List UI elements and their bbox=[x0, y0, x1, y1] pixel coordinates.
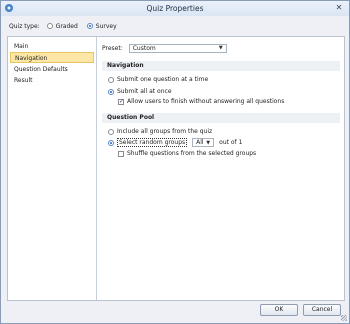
quiz-type-survey-radio[interactable] bbox=[86, 23, 93, 29]
preset-value: Custom bbox=[132, 44, 156, 52]
select-random-label[interactable]: Select random groups bbox=[117, 138, 188, 147]
close-icon[interactable]: ✕ bbox=[334, 3, 344, 13]
shuffle-checkbox[interactable] bbox=[118, 150, 124, 157]
chevron-down-icon: ▼ bbox=[206, 139, 211, 146]
quiz-type-row: Quiz type: Graded Survey bbox=[9, 21, 123, 31]
chevron-down-icon: ▼ bbox=[218, 45, 223, 51]
shuffle-option[interactable]: Shuffle questions from the selected grou… bbox=[118, 149, 256, 158]
include-all-label[interactable]: Include all groups from the quiz bbox=[117, 128, 212, 135]
quiz-properties-window: Quiz Properties ✕ Quiz type: Graded Surv… bbox=[0, 0, 350, 324]
question-pool-heading: Question Pool bbox=[102, 113, 340, 123]
cancel-button[interactable]: Cancel bbox=[303, 304, 341, 316]
group-count-dropdown[interactable]: All ▼ bbox=[192, 138, 215, 147]
shuffle-label[interactable]: Shuffle questions from the selected grou… bbox=[127, 150, 256, 157]
include-all-radio[interactable] bbox=[108, 128, 114, 135]
include-all-option[interactable]: Include all groups from the quiz bbox=[108, 127, 212, 136]
sidebar-item-main[interactable]: Main bbox=[10, 41, 94, 52]
quiz-type-graded-label[interactable]: Graded bbox=[56, 23, 78, 30]
ok-button[interactable]: OK bbox=[260, 304, 298, 316]
allow-finish-checkbox[interactable] bbox=[118, 98, 124, 105]
quiz-type-label: Quiz type: bbox=[9, 22, 40, 30]
select-random-radio[interactable] bbox=[108, 139, 114, 146]
quiz-type-survey-label[interactable]: Survey bbox=[96, 23, 117, 30]
submit-one-radio[interactable] bbox=[108, 76, 114, 83]
navigation-settings: Preset: Custom ▼ Navigation Submit one q… bbox=[102, 37, 340, 300]
window-title: Quiz Properties bbox=[146, 4, 204, 13]
resize-grip-icon[interactable] bbox=[341, 315, 347, 321]
group-count-value: All bbox=[196, 139, 204, 146]
quiz-type-graded-radio[interactable] bbox=[46, 23, 53, 29]
allow-finish-option[interactable]: Allow users to finish without answering … bbox=[118, 97, 284, 106]
submit-all-label[interactable]: Submit all at once bbox=[117, 88, 172, 95]
sidebar-item-navigation[interactable]: Navigation bbox=[10, 52, 94, 63]
preset-dropdown[interactable]: Custom ▼ bbox=[128, 43, 227, 53]
submit-one-option[interactable]: Submit one question at a time bbox=[108, 75, 208, 84]
title-bar[interactable]: Quiz Properties ✕ bbox=[1, 1, 349, 16]
sidebar-item-question-defaults[interactable]: Question Defaults bbox=[10, 64, 94, 75]
sidebar-item-result[interactable]: Result bbox=[10, 75, 94, 86]
submit-one-label[interactable]: Submit one question at a time bbox=[117, 76, 208, 83]
preset-label: Preset: bbox=[102, 44, 123, 52]
submit-all-option[interactable]: Submit all at once bbox=[108, 87, 172, 96]
navigation-heading: Navigation bbox=[102, 61, 340, 71]
submit-all-radio[interactable] bbox=[108, 88, 114, 95]
properties-panel: Main Navigation Question Defaults Result… bbox=[7, 36, 345, 301]
preset-row: Preset: Custom ▼ bbox=[102, 43, 227, 53]
allow-finish-label[interactable]: Allow users to finish without answering … bbox=[127, 98, 284, 105]
out-of-label: out of 1 bbox=[219, 139, 243, 146]
sidebar: Main Navigation Question Defaults Result bbox=[8, 37, 97, 300]
select-random-option[interactable]: Select random groups All ▼ out of 1 bbox=[108, 138, 242, 147]
